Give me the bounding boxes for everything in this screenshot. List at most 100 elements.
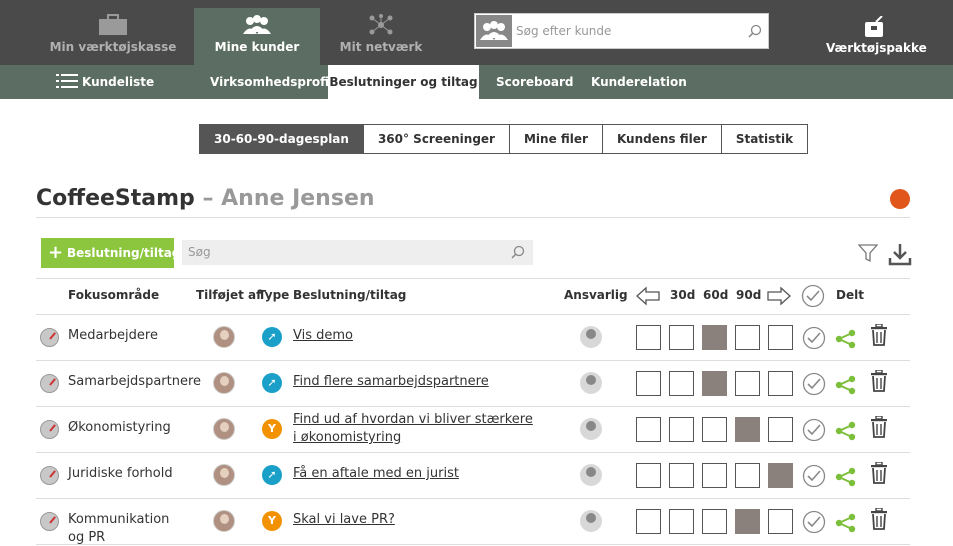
trash-icon[interactable] [870, 508, 888, 530]
segment-30-60-90[interactable]: 30-60-90-dagesplan [200, 125, 364, 153]
decision-link[interactable]: Find flere samarbejdspartnere [293, 373, 533, 391]
share-icon[interactable] [835, 467, 857, 487]
trash-icon[interactable] [870, 462, 888, 484]
avatar [213, 372, 235, 394]
trash-icon[interactable] [870, 324, 888, 346]
customer-search-input[interactable]: Søg efter kunde [516, 24, 611, 38]
nav-toolbox-label: Min værktøjskasse [49, 40, 177, 54]
menu-icon [56, 74, 78, 88]
nav-toolbox[interactable]: Min værktøjskasse [49, 8, 177, 65]
nav-network[interactable]: Mit netværk [336, 8, 426, 65]
coffee-icon[interactable] [890, 189, 910, 209]
timeline-box[interactable] [735, 509, 760, 534]
segment-customer-files[interactable]: Kundens filer [603, 125, 722, 153]
tab-decisions[interactable]: Beslutninger og tiltag [328, 65, 479, 99]
check-icon[interactable] [802, 326, 826, 350]
share-icon[interactable] [835, 421, 857, 441]
users-icon [476, 15, 512, 47]
responsible-avatar[interactable] [580, 372, 602, 394]
decision-link[interactable]: Find ud af hvordan vi bliver stærkere i … [293, 411, 533, 447]
network-icon [369, 14, 393, 35]
decision-link[interactable]: Skal vi lave PR? [293, 511, 533, 529]
search-icon[interactable] [748, 24, 762, 38]
timeline-box[interactable] [636, 417, 661, 442]
responsible-avatar[interactable] [580, 510, 602, 532]
timeline-box[interactable] [636, 325, 661, 350]
timeline-box[interactable] [768, 417, 793, 442]
search-icon[interactable] [511, 245, 525, 259]
timeline-box[interactable] [636, 509, 661, 534]
responsible-avatar[interactable] [580, 464, 602, 486]
nav-customers[interactable]: Mine kunder [194, 8, 320, 65]
walk-icon: ➚ [262, 465, 282, 485]
trash-icon[interactable] [870, 416, 888, 438]
focus-area: Juridiske forhold [68, 466, 173, 481]
share-icon[interactable] [835, 375, 857, 395]
table-search-input[interactable]: Søg [182, 240, 533, 265]
share-icon[interactable] [835, 513, 857, 533]
walk-icon: ➚ [262, 373, 282, 393]
timeline-box[interactable] [768, 463, 793, 488]
timeline-box[interactable] [702, 463, 727, 488]
arrow-right-icon[interactable] [766, 285, 792, 307]
timeline-box[interactable] [636, 371, 661, 396]
company-name: CoffeeStamp [36, 186, 195, 211]
tab-company-profile[interactable]: Virksomhedsprofil [210, 65, 333, 99]
avatar [213, 464, 235, 486]
plus-icon: + [48, 242, 64, 263]
decision-link[interactable]: Vis demo [293, 327, 533, 345]
timeline-box[interactable] [669, 371, 694, 396]
table-row: Medarbejdere ➚ Vis demo [36, 315, 910, 361]
responsible-avatar[interactable] [580, 418, 602, 440]
check-icon[interactable] [802, 418, 826, 442]
add-decision-button[interactable]: + Beslutning/tiltag [41, 238, 180, 268]
timeline-box[interactable] [669, 417, 694, 442]
responsible-avatar[interactable] [580, 326, 602, 348]
focus-gauge-icon [40, 512, 59, 531]
timeline-box[interactable] [636, 463, 661, 488]
filter-icon[interactable] [858, 243, 878, 263]
top-navigation: Min værktøjskasse Mine kunder Mit netvær… [0, 0, 953, 65]
share-icon[interactable] [835, 329, 857, 349]
col-30d: 30d [670, 288, 696, 302]
sub-navigation: Kundeliste Virksomhedsprofil Beslutninge… [0, 65, 953, 99]
segment-my-files[interactable]: Mine filer [510, 125, 603, 153]
timeline-box[interactable] [768, 371, 793, 396]
timeline-box[interactable] [735, 371, 760, 396]
check-icon[interactable] [802, 372, 826, 396]
split-icon: Y [262, 511, 282, 531]
timeline-box[interactable] [669, 463, 694, 488]
timeline-box[interactable] [735, 417, 760, 442]
tab-customer-relation[interactable]: Kunderelation [591, 65, 687, 99]
download-icon[interactable] [888, 242, 912, 266]
timeline-box[interactable] [702, 371, 727, 396]
timeline-box[interactable] [702, 417, 727, 442]
split-icon: Y [262, 419, 282, 439]
col-type: Type [258, 288, 290, 302]
timeline-box[interactable] [702, 325, 727, 350]
customer-list-link[interactable]: Kundeliste [56, 65, 154, 99]
timeline-box[interactable] [702, 509, 727, 534]
focus-gauge-icon [40, 420, 59, 439]
segment-statistics[interactable]: Statistik [722, 125, 807, 153]
check-icon[interactable] [802, 464, 826, 488]
toolkit-icon [864, 16, 883, 37]
timeline-box[interactable] [735, 325, 760, 350]
col-90d: 90d [736, 288, 762, 302]
segment-360-screening[interactable]: 360° Screeninger [364, 125, 510, 153]
check-icon[interactable] [802, 510, 826, 534]
timeline-box[interactable] [768, 325, 793, 350]
arrow-left-icon[interactable] [635, 285, 661, 307]
table-row: Samarbejdspartnere ➚ Find flere samarbejds… [36, 361, 910, 407]
timeline-box[interactable] [735, 463, 760, 488]
timeline-box[interactable] [669, 325, 694, 350]
customer-search[interactable]: Søg efter kunde [474, 13, 769, 49]
timeline-box[interactable] [669, 509, 694, 534]
col-responsible: Ansvarlig [564, 288, 628, 302]
toolkit-button[interactable]: Værktøjspakke [826, 14, 927, 55]
timeline-box[interactable] [768, 509, 793, 534]
table-search-placeholder: Søg [188, 245, 211, 259]
decision-link[interactable]: Få en aftale med en jurist [293, 465, 533, 483]
tab-scoreboard[interactable]: Scoreboard [496, 65, 574, 99]
trash-icon[interactable] [870, 370, 888, 392]
